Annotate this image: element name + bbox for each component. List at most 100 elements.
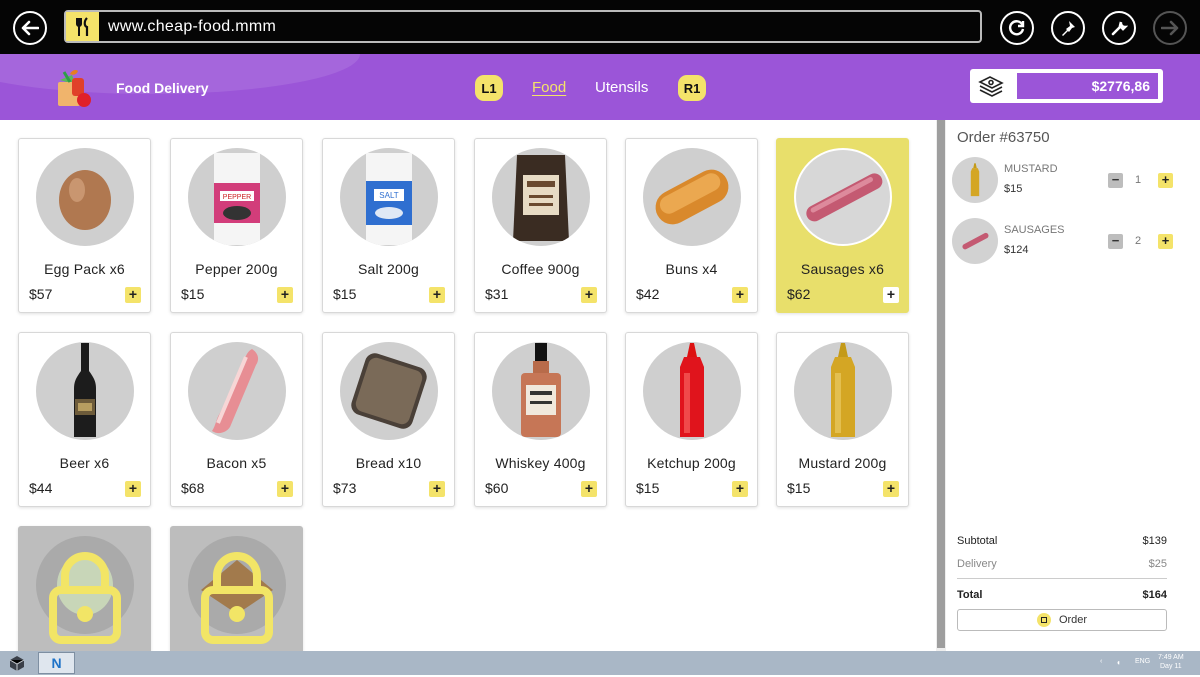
add-to-cart-button[interactable]: + <box>581 287 597 303</box>
product-card-coffee[interactable]: Coffee 900g $31 + <box>474 138 607 313</box>
product-name: Ketchup 200g <box>647 455 736 471</box>
product-card-egg-pack[interactable]: Egg Pack x6 $57 + <box>18 138 151 313</box>
tab-utensils[interactable]: Utensils <box>595 79 648 96</box>
add-to-cart-button[interactable]: + <box>883 481 899 497</box>
product-name: Sausages x6 <box>800 261 885 277</box>
product-card-beer[interactable]: Beer x6 $44 + <box>18 332 151 507</box>
product-name: Beer x6 <box>59 455 110 471</box>
product-price: $60 <box>485 480 509 496</box>
product-grid: Egg Pack x6 $57 + PEPPER Pepper 200g $15… <box>0 120 936 651</box>
add-to-cart-button[interactable]: + <box>581 481 597 497</box>
lock-icon <box>49 552 121 644</box>
back-button[interactable] <box>13 11 47 45</box>
tab-food[interactable]: Food <box>532 79 566 96</box>
scrollbar-thumb[interactable] <box>937 120 945 648</box>
product-grid-scrollbar[interactable] <box>936 120 946 651</box>
add-to-cart-button[interactable]: + <box>883 287 899 303</box>
beer-icon <box>36 342 134 440</box>
product-price: $15 <box>333 286 357 302</box>
reload-icon <box>1008 20 1025 36</box>
add-to-cart-button[interactable]: + <box>277 287 293 303</box>
locked-product-card <box>18 526 151 651</box>
product-card-buns[interactable]: Buns x4 $42 + <box>625 138 758 313</box>
product-price: $15 <box>181 286 205 302</box>
wallet-balance: $2776,86 <box>970 69 1163 103</box>
decrease-quantity-button[interactable]: − <box>1108 173 1123 188</box>
total-value: $164 <box>1142 589 1167 601</box>
sausage-icon <box>794 148 892 246</box>
mustard-icon <box>952 157 998 203</box>
system-clock: 7:49 AM Day 11 <box>1158 653 1184 671</box>
summary-divider <box>957 578 1167 579</box>
add-to-cart-button[interactable]: + <box>429 481 445 497</box>
svg-text:SALT: SALT <box>379 191 399 200</box>
next-tab-key[interactable]: R1 <box>678 75 706 101</box>
product-name: Whiskey 400g <box>495 455 586 471</box>
product-card-pepper[interactable]: PEPPER Pepper 200g $15 + <box>170 138 303 313</box>
whiskey-icon <box>492 342 590 440</box>
order-item-name: MUSTARD <box>1004 163 1058 175</box>
mustard-icon <box>794 342 892 440</box>
reload-button[interactable] <box>1000 11 1034 45</box>
grocery-bag-logo-icon <box>52 66 94 108</box>
arrow-left-icon <box>21 20 39 36</box>
settings-button[interactable] <box>1102 11 1136 45</box>
start-menu-icon[interactable] <box>8 654 26 672</box>
address-bar[interactable]: www.cheap-food.mmm <box>64 10 982 43</box>
order-item-name: SAUSAGES <box>1004 224 1065 236</box>
product-name: Salt 200g <box>358 261 419 277</box>
bacon-icon <box>188 342 286 440</box>
product-price: $15 <box>787 480 811 496</box>
product-price: $57 <box>29 286 53 302</box>
total-label: Total <box>957 589 983 601</box>
add-to-cart-button[interactable]: + <box>732 287 748 303</box>
product-name: Pepper 200g <box>195 261 278 277</box>
total-row: Total $164 <box>957 589 1167 601</box>
increase-quantity-button[interactable]: + <box>1158 173 1173 188</box>
language-indicator[interactable]: ENG <box>1135 658 1150 665</box>
product-card-ketchup[interactable]: Ketchup 200g $15 + <box>625 332 758 507</box>
product-name: Egg Pack x6 <box>44 261 125 277</box>
delivery-label: Delivery <box>957 558 997 570</box>
add-to-cart-button[interactable]: + <box>277 481 293 497</box>
pepper-icon: PEPPER <box>188 148 286 246</box>
product-name: Bread x10 <box>355 455 422 471</box>
product-price: $62 <box>787 286 811 302</box>
tray-arrow-icon[interactable]: ‹ <box>1100 658 1102 665</box>
add-to-cart-button[interactable]: + <box>429 287 445 303</box>
product-card-whiskey[interactable]: Whiskey 400g $60 + <box>474 332 607 507</box>
url-text: www.cheap-food.mmm <box>108 18 277 35</box>
place-order-button[interactable]: Order <box>957 609 1167 631</box>
add-to-cart-button[interactable]: + <box>125 481 141 497</box>
square-button-icon <box>1036 613 1051 627</box>
order-panel: Order #63750 MUSTARD $15 − 1 + SAUSAGES … <box>946 120 1200 651</box>
product-card-salt[interactable]: SALT Salt 200g $15 + <box>322 138 455 313</box>
svg-text:PEPPER: PEPPER <box>223 194 251 201</box>
pin-button[interactable] <box>1051 11 1085 45</box>
wifi-icon[interactable]: ◖ <box>1116 658 1121 667</box>
prev-tab-key[interactable]: L1 <box>475 75 503 101</box>
egg-icon <box>36 148 134 246</box>
bun-icon <box>643 148 741 246</box>
forward-button[interactable] <box>1153 11 1187 45</box>
product-price: $73 <box>333 480 357 496</box>
product-card-bread[interactable]: Bread x10 $73 + <box>322 332 455 507</box>
product-price: $68 <box>181 480 205 496</box>
product-price: $42 <box>636 286 660 302</box>
product-price: $31 <box>485 286 509 302</box>
product-name: Coffee 900g <box>501 261 580 277</box>
locked-product-card <box>170 526 303 651</box>
order-item-price: $124 <box>1004 244 1029 256</box>
product-card-bacon[interactable]: Bacon x5 $68 + <box>170 332 303 507</box>
subtotal-row: Subtotal $139 <box>957 535 1167 547</box>
taskbar-browser-app[interactable]: N <box>38 652 75 674</box>
add-to-cart-button[interactable]: + <box>125 287 141 303</box>
decrease-quantity-button[interactable]: − <box>1108 234 1123 249</box>
add-to-cart-button[interactable]: + <box>732 481 748 497</box>
ketchup-icon <box>643 342 741 440</box>
fork-knife-icon <box>66 12 99 41</box>
product-card-sausages[interactable]: Sausages x6 $62 + <box>776 138 909 313</box>
app-title: Food Delivery <box>116 80 209 96</box>
product-card-mustard[interactable]: Mustard 200g $15 + <box>776 332 909 507</box>
increase-quantity-button[interactable]: + <box>1158 234 1173 249</box>
